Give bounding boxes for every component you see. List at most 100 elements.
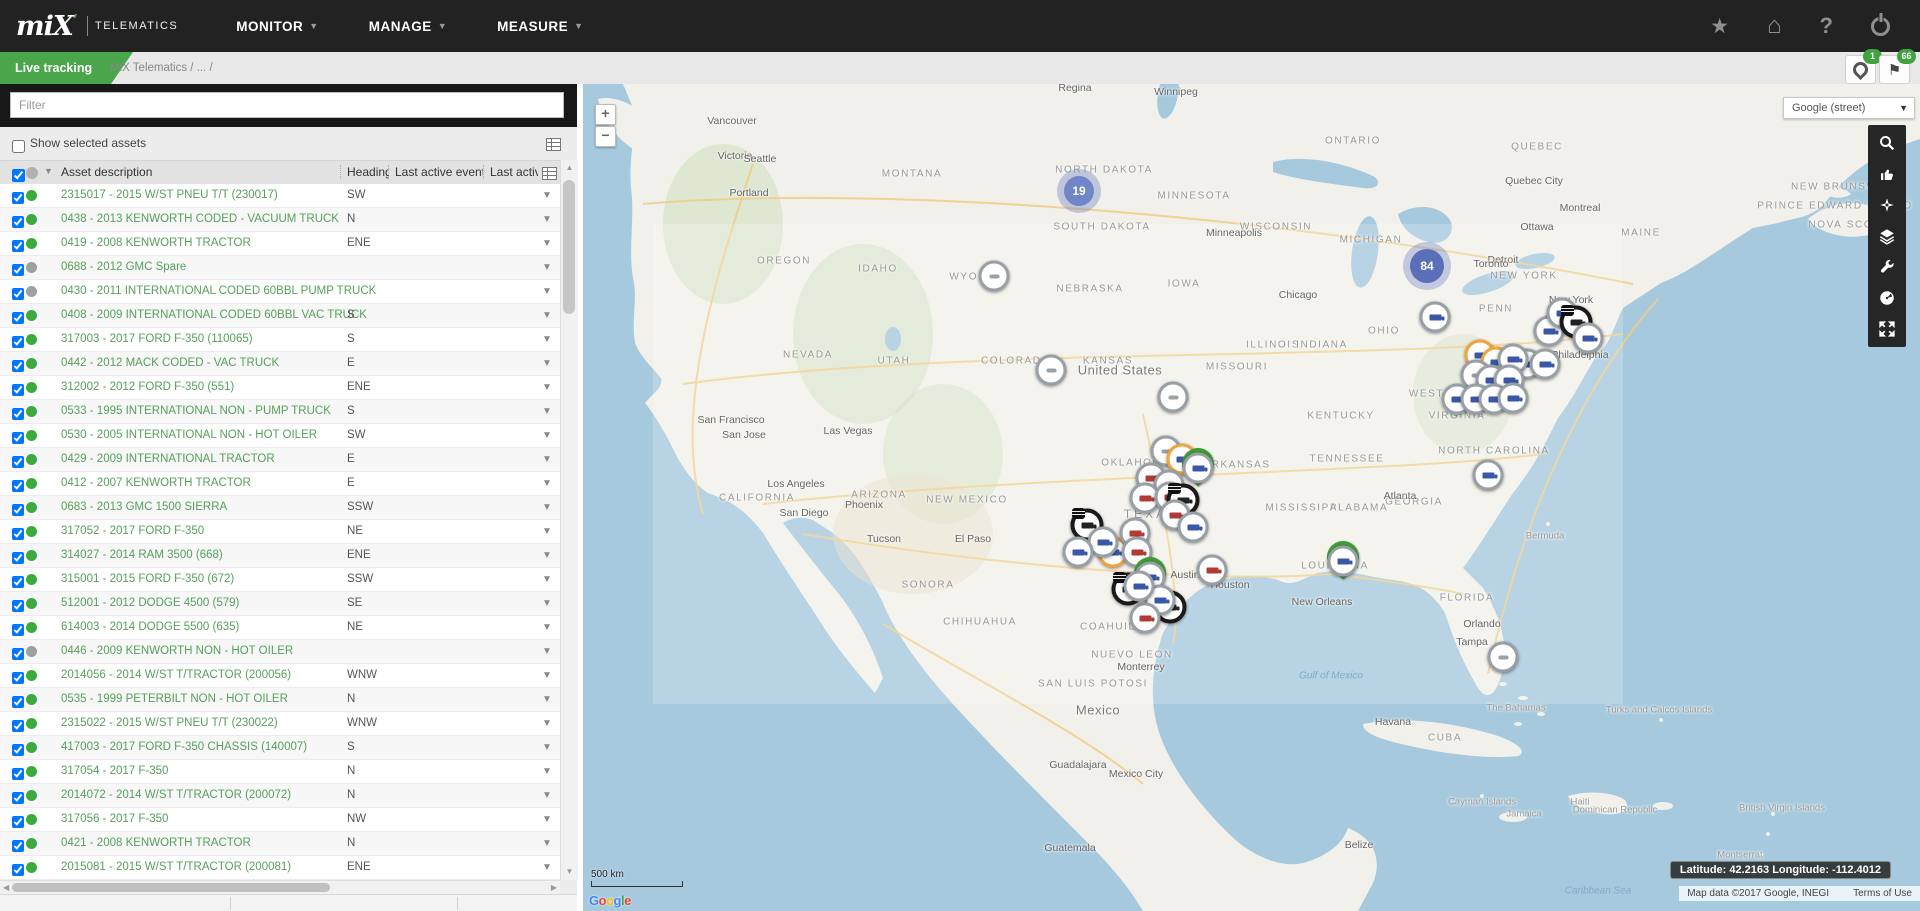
asset-expand-chevron[interactable]: ▼ [536, 593, 556, 613]
asset-expand-chevron[interactable]: ▼ [536, 521, 556, 541]
asset-checkbox[interactable] [12, 792, 24, 804]
horizontal-scrollbar[interactable]: ◀ ▶ [0, 880, 560, 895]
globe-icon[interactable] [1876, 287, 1898, 309]
live-tracking-map[interactable]: MONTANANORTH DAKOTASOUTH DAKOTAMINNESOTA… [583, 84, 1920, 911]
asset-description-link[interactable]: 312002 - 2012 FORD F-350 (551) [61, 381, 234, 393]
asset-checkbox[interactable] [12, 816, 24, 828]
asset-description-link[interactable]: 0442 - 2012 MACK CODED - VAC TRUCK [61, 357, 279, 369]
asset-checkbox[interactable] [12, 216, 24, 228]
asset-description-link[interactable]: 2315022 - 2015 W/ST PNEU T/T (230022) [61, 717, 278, 729]
asset-checkbox[interactable] [12, 360, 24, 372]
asset-description-link[interactable]: 614003 - 2014 DODGE 5500 (635) [61, 621, 239, 633]
poi-icon[interactable] [1876, 163, 1898, 185]
asset-checkbox[interactable] [12, 504, 24, 516]
asset-description-link[interactable]: 0533 - 1995 INTERNATIONAL NON - PUMP TRU… [61, 405, 331, 417]
home-icon[interactable]: ⌂ [1767, 14, 1782, 38]
column-last-active[interactable]: Last activ [483, 165, 538, 179]
asset-expand-chevron[interactable]: ▼ [536, 377, 556, 397]
select-all-checkbox[interactable] [12, 169, 25, 182]
asset-checkbox[interactable] [12, 552, 24, 564]
asset-expand-chevron[interactable]: ▼ [536, 857, 556, 877]
asset-checkbox[interactable] [12, 720, 24, 732]
asset-expand-chevron[interactable]: ▼ [536, 185, 556, 205]
asset-expand-chevron[interactable]: ▼ [536, 809, 556, 829]
scroll-right-arrow[interactable]: ▶ [551, 881, 557, 895]
asset-expand-chevron[interactable]: ▼ [536, 209, 556, 229]
asset-expand-chevron[interactable]: ▼ [536, 473, 556, 493]
map-zoom-out-button[interactable]: − [595, 126, 616, 147]
asset-expand-chevron[interactable]: ▼ [536, 785, 556, 805]
asset-checkbox[interactable] [12, 384, 24, 396]
column-asset-description[interactable]: Asset description [61, 165, 336, 179]
asset-checkbox[interactable] [12, 432, 24, 444]
asset-description-link[interactable]: 2015081 - 2015 W/ST T/TRACTOR (200081) [61, 861, 291, 873]
power-logout-icon[interactable] [1871, 17, 1890, 36]
column-heading[interactable]: Heading [340, 165, 389, 179]
asset-description-link[interactable]: 315001 - 2015 FORD F-350 (672) [61, 573, 234, 585]
asset-checkbox[interactable] [12, 192, 24, 204]
asset-checkbox[interactable] [12, 456, 24, 468]
filter-input[interactable] [10, 92, 564, 118]
asset-description-link[interactable]: 417003 - 2017 FORD F-350 CHASSIS (140007… [61, 741, 307, 753]
asset-description-link[interactable]: 2014072 - 2014 W/ST T/TRACTOR (200072) [61, 789, 291, 801]
status-filter-caret-icon[interactable]: ▼ [44, 166, 53, 176]
vertical-scrollbar[interactable]: ▲ ▼ [560, 160, 578, 880]
asset-checkbox[interactable] [12, 696, 24, 708]
asset-expand-chevron[interactable]: ▼ [536, 497, 556, 517]
asset-expand-chevron[interactable]: ▼ [536, 761, 556, 781]
favorites-star-icon[interactable]: ★ [1710, 16, 1729, 37]
asset-description-link[interactable]: 317056 - 2017 F-350 [61, 813, 168, 825]
asset-description-link[interactable]: 0530 - 2005 INTERNATIONAL NON - HOT OILE… [61, 429, 317, 441]
asset-expand-chevron[interactable]: ▼ [536, 713, 556, 733]
asset-description-link[interactable]: 314027 - 2014 RAM 3500 (668) [61, 549, 223, 561]
asset-description-link[interactable]: 2315017 - 2015 W/ST PNEU T/T (230017) [61, 189, 278, 201]
layers-icon[interactable] [1876, 225, 1898, 247]
asset-checkbox[interactable] [12, 408, 24, 420]
menu-measure[interactable]: MEASURE▼ [497, 19, 583, 34]
asset-checkbox[interactable] [12, 336, 24, 348]
breadcrumb[interactable]: MiX Telematics / ... / [110, 52, 213, 84]
marker-cluster[interactable]: 84 [1410, 249, 1444, 283]
asset-checkbox[interactable] [12, 480, 24, 492]
scroll-left-arrow[interactable]: ◀ [3, 881, 9, 895]
asset-expand-chevron[interactable]: ▼ [536, 641, 556, 661]
map-pin-toggle-button[interactable]: 1 [1845, 55, 1876, 84]
show-selected-checkbox[interactable] [12, 140, 25, 153]
asset-expand-chevron[interactable]: ▼ [536, 665, 556, 685]
asset-checkbox[interactable] [12, 312, 24, 324]
asset-expand-chevron[interactable]: ▼ [536, 305, 556, 325]
asset-expand-chevron[interactable]: ▼ [536, 617, 556, 637]
asset-checkbox[interactable] [12, 648, 24, 660]
help-icon[interactable]: ? [1820, 15, 1833, 37]
asset-expand-chevron[interactable]: ▼ [536, 689, 556, 709]
asset-expand-chevron[interactable]: ▼ [536, 281, 556, 301]
asset-description-link[interactable]: 0446 - 2009 KENWORTH NON - HOT OILER [61, 645, 293, 657]
asset-expand-chevron[interactable]: ▼ [536, 425, 556, 445]
asset-description-link[interactable]: 0408 - 2009 INTERNATIONAL CODED 60BBL VA… [61, 309, 367, 321]
wrench-icon[interactable] [1876, 256, 1898, 278]
asset-expand-chevron[interactable]: ▼ [536, 233, 556, 253]
search-icon[interactable] [1876, 132, 1898, 154]
asset-expand-chevron[interactable]: ▼ [536, 257, 556, 277]
export-grid-icon[interactable] [546, 138, 561, 151]
vertical-scrollbar-thumb[interactable] [563, 180, 575, 314]
asset-description-link[interactable]: 512001 - 2012 DODGE 4500 (579) [61, 597, 239, 609]
asset-expand-chevron[interactable]: ▼ [536, 545, 556, 565]
asset-checkbox[interactable] [12, 600, 24, 612]
marker-cluster[interactable]: 19 [1064, 176, 1094, 206]
scroll-down-arrow[interactable]: ▼ [561, 864, 578, 880]
locate-icon[interactable] [1876, 194, 1898, 216]
asset-checkbox[interactable] [12, 240, 24, 252]
menu-monitor[interactable]: MONITOR▼ [236, 19, 318, 34]
asset-description-link[interactable]: 2014056 - 2014 W/ST T/TRACTOR (200056) [61, 669, 291, 681]
asset-checkbox[interactable] [12, 624, 24, 636]
asset-description-link[interactable]: 0535 - 1999 PETERBILT NON - HOT OILER [61, 693, 288, 705]
asset-description-link[interactable]: 0688 - 2012 GMC Spare [61, 261, 186, 273]
asset-checkbox[interactable] [12, 864, 24, 876]
asset-expand-chevron[interactable]: ▼ [536, 329, 556, 349]
asset-description-link[interactable]: 0412 - 2007 KENWORTH TRACTOR [61, 477, 251, 489]
map-type-selector[interactable]: Google (street) ▼ [1783, 97, 1915, 119]
asset-description-link[interactable]: 0419 - 2008 KENWORTH TRACTOR [61, 237, 251, 249]
status-filter-dot-icon[interactable] [26, 167, 38, 179]
asset-description-link[interactable]: 0429 - 2009 INTERNATIONAL TRACTOR [61, 453, 275, 465]
